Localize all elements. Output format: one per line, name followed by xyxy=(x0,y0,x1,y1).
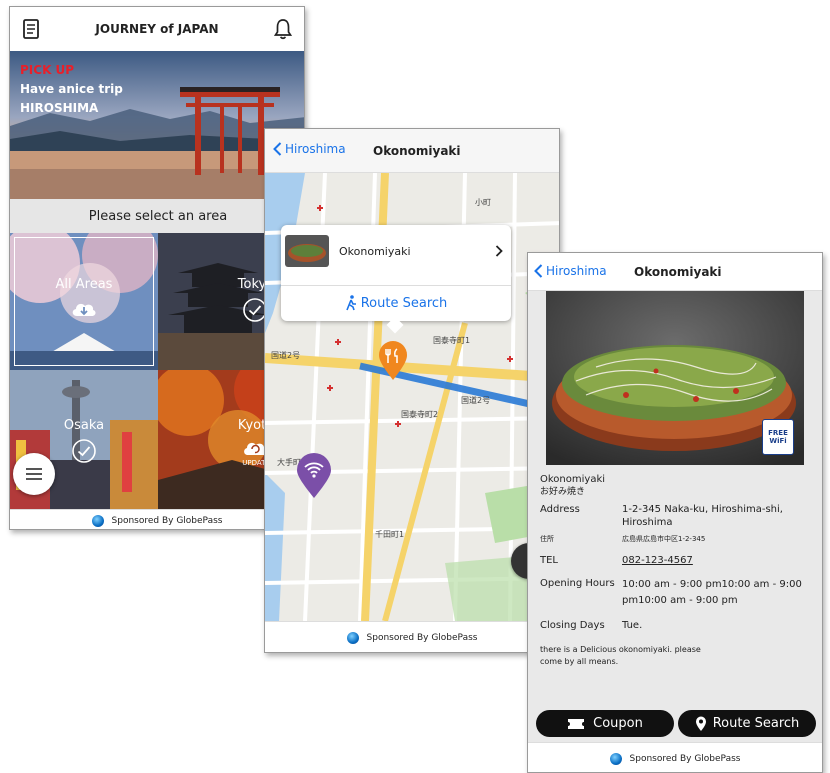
closing-value: Tue. xyxy=(622,620,643,631)
area-prompt: Please select an area xyxy=(10,199,304,233)
chevron-right-icon xyxy=(495,245,503,257)
back-button[interactable]: Hiroshima xyxy=(273,142,346,156)
detail-info: Okonomiyaki お好み焼き Address 1-2-345 Naka-k… xyxy=(540,473,818,668)
back-label: Hiroshima xyxy=(285,142,346,156)
hamburger-icon xyxy=(26,468,42,480)
restaurant-pin-icon[interactable] xyxy=(378,341,408,381)
tel-label: TEL xyxy=(540,555,558,566)
wifi-pin-icon[interactable] xyxy=(296,453,332,499)
map-label: 国泰寺町2 xyxy=(401,410,439,419)
chevron-left-icon xyxy=(534,264,543,278)
ticket-icon xyxy=(568,718,585,729)
app-title: JOURNEY of JAPAN xyxy=(95,22,219,36)
closing-label: Closing Days xyxy=(540,620,605,631)
area-tile-all[interactable]: All Areas xyxy=(10,233,158,370)
place-popup[interactable]: Okonomiyaki Route Search xyxy=(281,225,511,334)
walking-icon xyxy=(345,295,356,311)
map-label: 千田町1 xyxy=(375,530,405,539)
globepass-logo-icon xyxy=(346,632,359,644)
sponsor-text: Sponsored By GlobePass xyxy=(111,515,223,526)
map-view[interactable]: 国泰寺町1 国泰寺町2 国道2号 国道2号 千田町1 大手町 小町 Okonom… xyxy=(265,173,559,621)
place-name-jp: お好み焼き xyxy=(540,487,586,497)
map-label: 国泰寺町1 xyxy=(433,336,471,345)
check-circle-icon xyxy=(71,438,97,464)
address-jp-value: 広島県広島市中区1-2-345 xyxy=(622,535,706,543)
bell-icon[interactable] xyxy=(274,18,292,40)
globepass-logo-icon xyxy=(91,514,104,527)
hours-label: Opening Hours xyxy=(540,578,615,589)
route-search-link[interactable]: Route Search xyxy=(281,289,511,317)
coupon-label: Coupon xyxy=(593,716,643,731)
place-name: Okonomiyaki xyxy=(540,474,606,485)
map-label: 国道2号 xyxy=(271,351,301,360)
pickup-label: PICK UP xyxy=(20,63,75,77)
map-screen: Hiroshima Okonomiyaki 国泰寺町1 国泰寺町2 国道2号 国… xyxy=(264,128,560,653)
banner-line2: HIROSHIMA xyxy=(20,101,99,115)
pickup-banner[interactable]: PICK UP Have anice trip HIROSHIMA xyxy=(10,51,304,199)
location-pin-icon xyxy=(695,716,706,731)
thumbnail xyxy=(285,235,329,267)
detail-screen: Hiroshima Okonomiyaki FREE WiFi Okonomiy… xyxy=(527,252,823,773)
globepass-logo-icon xyxy=(609,752,622,765)
description: there is a Delicious okonomiyaki. please… xyxy=(540,645,701,666)
sponsor-footer[interactable]: Sponsored By GlobePass xyxy=(528,742,822,772)
back-label: Hiroshima xyxy=(546,264,607,278)
popup-title: Okonomiyaki xyxy=(339,245,411,258)
area-select-screen: JOURNEY of JAPAN PICK UP Have anice trip… xyxy=(9,6,305,530)
nav-title: Okonomiyaki xyxy=(634,265,722,279)
free-wifi-badge: FREE WiFi xyxy=(762,419,794,455)
nav-bar: Hiroshima Okonomiyaki xyxy=(528,253,822,291)
guidebook-icon[interactable] xyxy=(22,19,40,39)
chevron-left-icon xyxy=(273,142,282,156)
menu-fab-button[interactable] xyxy=(13,453,55,495)
route-label: Route Search xyxy=(360,295,448,311)
banner-line1: Have anice trip xyxy=(20,82,123,96)
area-label: All Areas xyxy=(55,277,113,292)
route-search-button[interactable]: Route Search xyxy=(678,710,816,737)
address-jp-label: 住所 xyxy=(540,535,554,543)
nav-title: Okonomiyaki xyxy=(373,144,461,158)
address-value: 1-2-345 Naka-ku, Hiroshima-shi, Hiroshim… xyxy=(622,504,783,528)
sponsor-text: Sponsored By GlobePass xyxy=(366,633,478,643)
back-button[interactable]: Hiroshima xyxy=(534,264,607,278)
map-label: 国道2号 xyxy=(461,396,491,405)
cloud-download-icon xyxy=(70,299,98,319)
coupon-button[interactable]: Coupon xyxy=(536,710,674,737)
app-header: JOURNEY of JAPAN xyxy=(10,7,304,51)
sponsor-footer[interactable]: Sponsored By GlobePass xyxy=(10,509,304,529)
route-label: Route Search xyxy=(712,716,800,731)
tel-link[interactable]: 082-123-4567 xyxy=(622,554,812,567)
hours-value: 10:00 am - 9:00 pm10:00 am - 9:00 pm10:0… xyxy=(622,579,802,606)
nav-bar: Hiroshima Okonomiyaki xyxy=(265,129,559,173)
map-label: 小町 xyxy=(475,198,491,207)
food-photo: FREE WiFi xyxy=(546,291,804,465)
address-label: Address xyxy=(540,504,580,515)
area-label: Osaka xyxy=(63,418,105,433)
sponsor-text: Sponsored By GlobePass xyxy=(629,753,741,764)
sponsor-footer[interactable]: Sponsored By GlobePass xyxy=(265,621,559,652)
